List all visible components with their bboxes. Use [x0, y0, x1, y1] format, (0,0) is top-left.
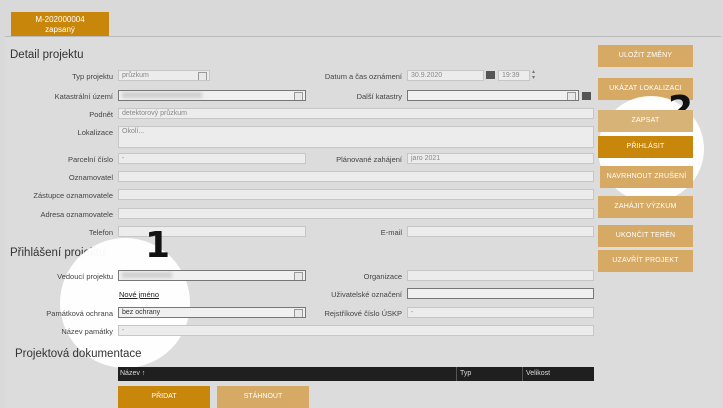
katastr-label: Katastrální území: [54, 92, 113, 101]
nazev-pamatky-label: Název památky: [61, 327, 113, 336]
pamatkova-select[interactable]: bez ochrany: [118, 307, 306, 318]
email-input[interactable]: [407, 226, 594, 237]
adresa-label: Adresa oznamovatele: [40, 210, 113, 219]
detail-heading: Detail projektu: [10, 49, 84, 61]
column-typ[interactable]: Typ: [460, 367, 471, 381]
oznamovatel-label: Oznamovatel: [68, 173, 113, 182]
vedouci-select[interactable]: [118, 270, 306, 281]
dalsi-select[interactable]: [407, 90, 579, 101]
rejstrikove-label: Rejstříkové číslo ÚSKP: [324, 309, 402, 318]
column-velikost[interactable]: Velikost: [526, 367, 550, 381]
planovane-label: Plánované zahájení: [336, 155, 402, 164]
zastupce-label: Zástupce oznamovatele: [33, 191, 113, 200]
annotation-number-1: 1: [145, 225, 171, 266]
project-tab-status: zapsaný: [45, 25, 75, 34]
pridat-button[interactable]: PŘIDAT: [118, 386, 210, 408]
organizace-input[interactable]: [407, 270, 594, 281]
cas-input[interactable]: 19:39: [498, 70, 530, 81]
typ-label: Typ projektu: [72, 72, 113, 81]
time-stepper-icon[interactable]: ▴ ▾: [532, 69, 535, 81]
uzavrit-projekt-button[interactable]: UZAVŘÍT PROJEKT: [598, 250, 693, 272]
lokalizace-textarea[interactable]: Okolí...: [118, 126, 594, 148]
uzivatelske-label: Uživatelské označení: [331, 290, 402, 299]
calendar-icon[interactable]: [486, 71, 495, 79]
adresa-input[interactable]: [118, 208, 594, 219]
datum-input[interactable]: 30.9.2020: [407, 70, 484, 81]
nazev-pamatky-input[interactable]: -: [118, 325, 594, 336]
prihlasit-button[interactable]: PŘIHLÁSIT: [598, 136, 693, 158]
project-tab[interactable]: M-202000004 zapsaný: [11, 12, 109, 36]
parcelni-input[interactable]: -: [118, 153, 306, 164]
dalsi-label: Další katastry: [356, 92, 402, 101]
nove-jmeno-link[interactable]: Nové jméno: [119, 290, 159, 299]
column-divider: [456, 367, 457, 381]
ulozit-zmeny-button[interactable]: ULOŽIT ZMĚNY: [598, 45, 693, 67]
vedouci-label: Vedoucí projektu: [57, 272, 113, 281]
add-katastr-icon[interactable]: [582, 92, 591, 100]
telefon-label: Telefon: [88, 228, 113, 237]
column-divider: [522, 367, 523, 381]
typ-value: průzkum: [122, 72, 149, 79]
podnet-input[interactable]: detektorový průzkum: [118, 108, 594, 119]
podnet-label: Podnět: [89, 110, 113, 119]
stahnout-button[interactable]: STÁHNOUT: [217, 386, 309, 408]
katastr-select[interactable]: [118, 90, 306, 101]
column-nazev[interactable]: Název ↑: [120, 367, 145, 381]
uzivatelske-input[interactable]: [407, 288, 594, 299]
organizace-label: Organizace: [363, 272, 402, 281]
planovane-input[interactable]: jaro 2021: [407, 153, 594, 164]
rejstrikove-input[interactable]: -: [407, 307, 594, 318]
email-label: E-mail: [380, 228, 402, 237]
datum-label: Datum a čas oznámení: [324, 72, 402, 81]
zastupce-input[interactable]: [118, 189, 594, 200]
project-tab-id: M-202000004: [35, 15, 85, 24]
zapsat-button[interactable]: ZAPSAT: [598, 110, 693, 132]
top-bar: M-202000004 zapsaný: [0, 0, 723, 36]
katastr-value-redacted: [122, 92, 202, 99]
zahajit-vyzkum-button[interactable]: ZAHÁJIT VÝZKUM: [598, 196, 693, 218]
vedouci-value-redacted: [122, 272, 172, 279]
ukoncit-teren-button[interactable]: UKONČIT TERÉN: [598, 225, 693, 247]
typ-select[interactable]: průzkum: [118, 70, 210, 81]
navrhnout-zruseni-button[interactable]: NAVRHNOUT ZRUŠENÍ: [600, 166, 693, 188]
parcelni-label: Parcelní číslo: [67, 155, 113, 164]
oznamovatel-input[interactable]: [118, 171, 594, 182]
pamatkova-label: Památková ochrana: [46, 309, 113, 318]
dokumentace-heading: Projektová dokumentace: [15, 348, 142, 360]
lokalizace-label: Lokalizace: [77, 128, 113, 137]
pamatkova-value: bez ochrany: [122, 309, 161, 316]
